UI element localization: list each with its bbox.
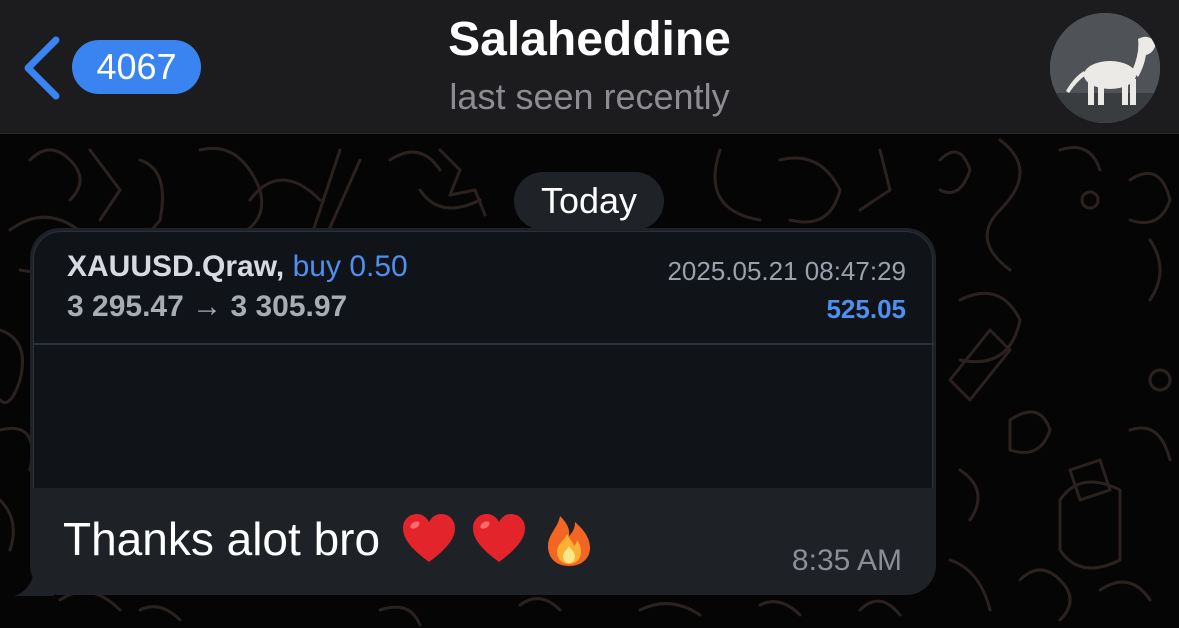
trade-prices: 3 295.47 → 3 305.97 — [67, 290, 348, 323]
trade-direction: buy 0.50 — [292, 250, 408, 283]
trade-profit: 525.05 — [826, 294, 906, 324]
message-text-line: Thanks alot bro — [63, 510, 598, 568]
message-text: Thanks alot bro — [63, 513, 381, 565]
date-separator: Today — [514, 172, 664, 230]
trade-symbol: XAUUSD.Qraw, — [67, 250, 285, 283]
card-divider — [34, 343, 934, 345]
dog-avatar-icon — [1050, 13, 1160, 123]
message-bubble[interactable]: XAUUSD.Qraw, buy 0.50 3 295.47 → 3 305.9… — [30, 228, 936, 595]
red-heart-emoji-icon — [473, 514, 526, 562]
fire-emoji-icon — [548, 516, 591, 566]
chat-screen: 4067 Salaheddine last seen recently Toda… — [0, 0, 1179, 628]
contact-avatar[interactable] — [1050, 13, 1160, 123]
contact-name[interactable]: Salaheddine — [0, 12, 1179, 67]
trade-preview-card[interactable]: XAUUSD.Qraw, buy 0.50 3 295.47 → 3 305.9… — [33, 231, 934, 488]
message-timestamp: 8:35 AM — [791, 544, 902, 577]
chat-header: 4067 Salaheddine last seen recently — [0, 0, 1179, 134]
red-heart-emoji-icon — [403, 514, 456, 562]
contact-status: last seen recently — [449, 76, 730, 117]
trade-symbol-line: XAUUSD.Qraw, buy 0.50 — [67, 250, 408, 284]
trade-datetime: 2025.05.21 08:47:29 — [667, 256, 906, 286]
